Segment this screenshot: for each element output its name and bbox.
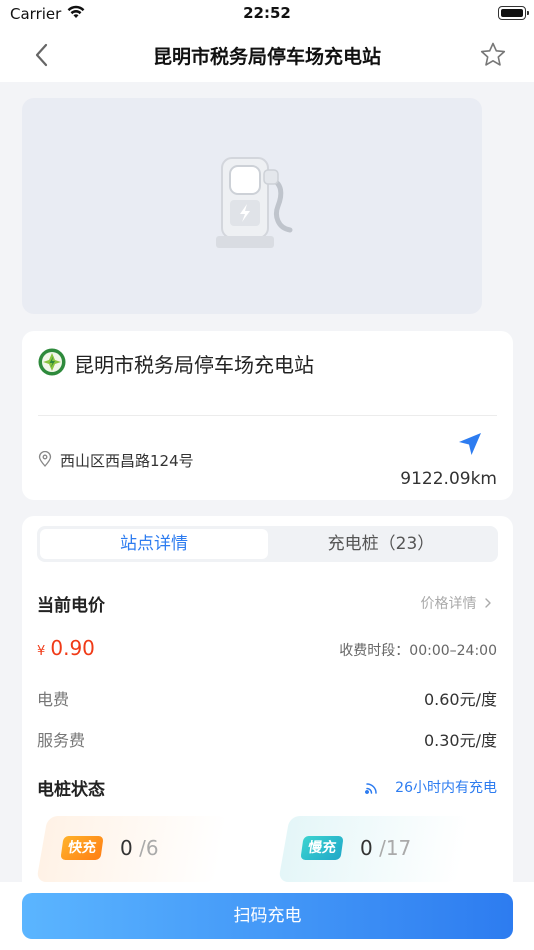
nav-bar: 昆明市税务局停车场充电站 [0,28,534,82]
station-address: 西山区西昌路124号 [60,452,194,470]
fast-charge-count: 0 /6 [120,836,159,860]
slow-total: /17 [379,836,412,860]
station-info-card: 昆明市税务局停车场充电站 西山区西昌路124号 9122.09km [22,331,513,500]
station-image [22,98,482,314]
price-value: 0.90 [50,636,95,660]
station-distance: 9122.09km [400,469,497,489]
tab-station-details[interactable]: 站点详情 [40,529,268,559]
station-logo-icon [38,348,66,376]
status-bar: Carrier 22:52 [0,0,534,28]
tab-charging-piles[interactable]: 充电桩（23） [267,529,495,559]
fast-total: /6 [139,836,159,860]
service-fee-value: 0.30元/度 [423,731,497,750]
battery-icon [498,6,529,20]
price-details-link[interactable]: 价格详情 [421,593,493,613]
station-name: 昆明市税务局停车场充电站 [74,353,314,377]
current-price: ¥ 0.90 [37,636,95,660]
price-section-title: 当前电价 [37,596,105,616]
fast-charge-badge: 快充 [60,836,104,860]
slow-charge-count: 0 /17 [360,836,411,860]
price-details-label: 价格详情 [420,596,477,612]
electricity-fee-label: 电费 [37,690,70,709]
slow-charge-badge: 慢充 [300,836,344,860]
signal-icon [364,783,377,794]
tab-bar: 站点详情 充电桩（23） [37,526,498,562]
chevron-right-icon [485,598,491,608]
billing-time-range: 收费时段：00:00–24:00 [339,643,497,659]
charging-pile-icon [216,157,293,248]
recent-charging-text: 26小时内有充电 [395,780,497,796]
favorite-star-icon[interactable] [478,40,508,70]
slow-available: 0 [360,836,373,860]
navigation-arrow-icon[interactable] [457,431,483,457]
scan-to-charge-button[interactable]: 扫码充电 [22,893,513,939]
electricity-fee-value: 0.60元/度 [423,690,497,709]
station-detail-card: 站点详情 充电桩（23） 当前电价 价格详情 ¥ 0.90 收费时段：00:00… [22,516,513,896]
bottom-action-bar: 扫码充电 [0,882,534,950]
page-title: 昆明市税务局停车场充电站 [152,46,381,68]
location-pin-icon [38,451,52,467]
clock: 22:52 [243,4,291,22]
currency-symbol: ¥ [37,644,46,659]
service-fee-label: 服务费 [37,731,86,750]
pile-status-title: 电桩状态 [37,780,105,800]
divider [38,415,497,416]
recent-charging-note: 26小时内有充电 [364,777,497,797]
fast-available: 0 [120,836,133,860]
